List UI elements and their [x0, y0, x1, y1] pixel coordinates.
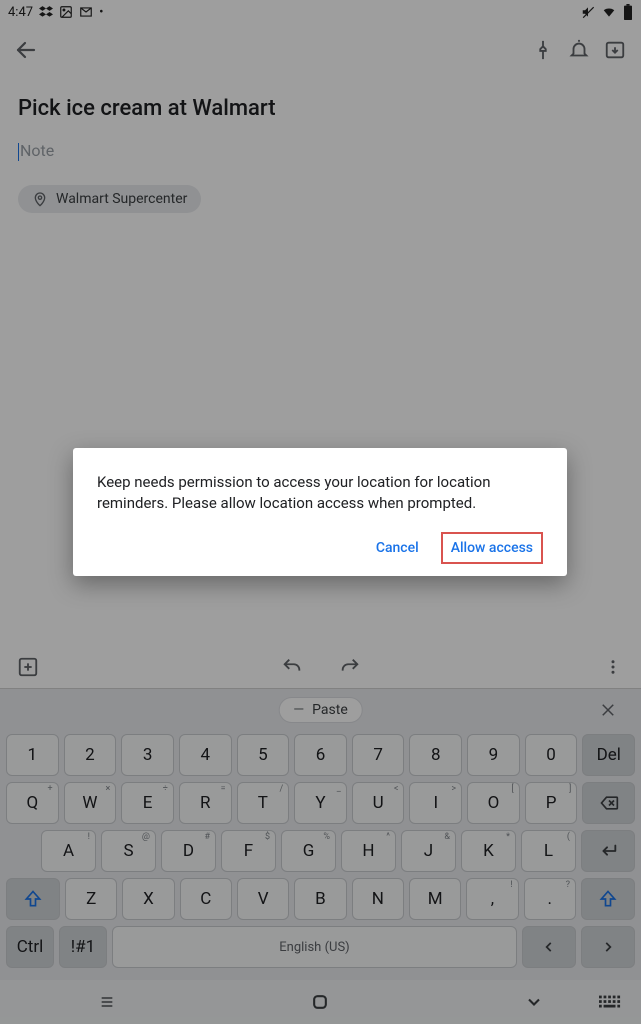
allow-access-button[interactable]: Allow access — [441, 532, 543, 564]
dialog-message: Keep needs permission to access your loc… — [97, 472, 543, 514]
cancel-button[interactable]: Cancel — [368, 532, 427, 564]
permission-dialog: Keep needs permission to access your loc… — [73, 448, 567, 576]
